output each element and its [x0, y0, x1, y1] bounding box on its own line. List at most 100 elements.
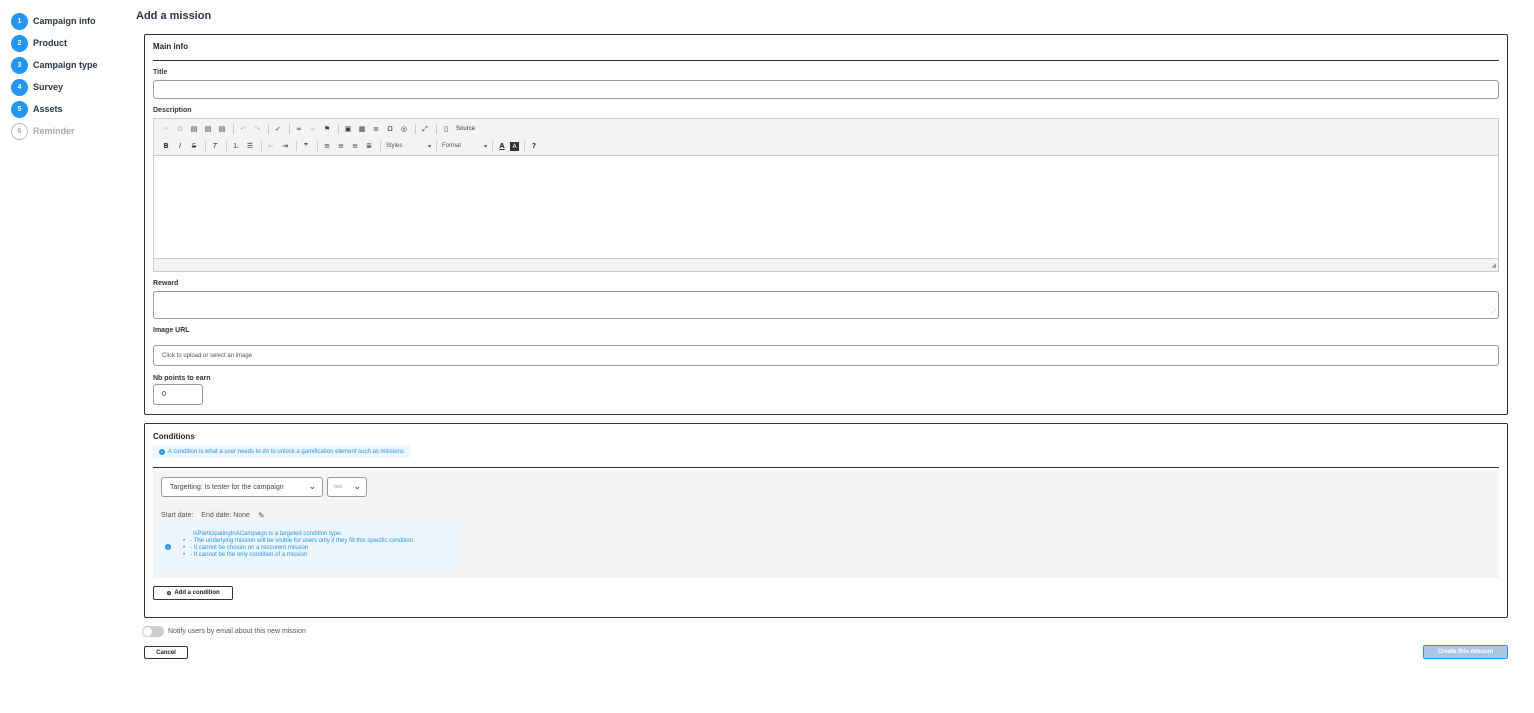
step-survey[interactable]: 4 Survey — [11, 76, 121, 98]
create-mission-button[interactable]: Create this mission — [1423, 645, 1508, 659]
indent-icon[interactable]: ⇥ — [279, 140, 291, 152]
styles-dropdown[interactable]: Styles ▾ — [386, 143, 431, 150]
unlink-icon[interactable]: ∞ — [307, 123, 319, 135]
remove-format-icon[interactable]: T — [209, 140, 221, 152]
step-number: 6 — [11, 122, 28, 140]
spellcheck-icon[interactable]: ✓ — [272, 123, 284, 135]
redo-icon[interactable]: ↷ — [251, 123, 263, 135]
horizontal-line-icon[interactable]: ≡ — [370, 123, 382, 135]
separator — [261, 141, 262, 151]
toolbar-row-1: ✂ ⧉ ▤ ▤ ▤ ↶ ↷ ✓ ∞ ∞ ⚑ ▣ ▦ ≡ Ω ◎ ⤢ ▯ Sour… — [160, 122, 475, 136]
reward-textarea[interactable]: ⟋ — [153, 291, 1499, 319]
title-label: Title — [153, 69, 168, 76]
targeting-select-value: Targetting: Is tester for the campaign — [170, 483, 284, 491]
undo-icon[interactable]: ↶ — [237, 123, 249, 135]
separator — [317, 141, 318, 151]
separator — [268, 124, 269, 134]
blockquote-icon[interactable]: ❞ — [300, 140, 312, 152]
image-url-label: Image URL — [153, 327, 190, 334]
cut-icon[interactable]: ✂ — [160, 123, 172, 135]
paste-word-icon[interactable]: ▤ — [216, 123, 228, 135]
strike-icon[interactable]: S — [188, 140, 200, 152]
step-number: 2 — [11, 34, 28, 52]
campaign-select-value: test — [334, 484, 343, 490]
separator — [524, 141, 525, 151]
description-label: Description — [153, 107, 192, 114]
pencil-icon[interactable]: ✎ — [258, 511, 265, 520]
toolbar-row-2: B I S T ⒈ ☰ ⇤ ⇥ ❞ ≡ ≡ ≡ ≣ Styles ▾ Forma… — [160, 139, 542, 153]
image-icon[interactable]: ▣ — [342, 123, 354, 135]
format-dropdown[interactable]: Format ▾ — [442, 143, 487, 150]
step-campaign-info[interactable]: 1 Campaign info — [11, 10, 121, 32]
outdent-icon[interactable]: ⇤ — [265, 140, 277, 152]
paste-icon[interactable]: ▤ — [188, 123, 200, 135]
image-url-input[interactable]: Click to upload or select an image — [153, 345, 1499, 366]
image-url-placeholder: Click to upload or select an image — [162, 353, 253, 359]
italic-icon[interactable]: I — [174, 140, 186, 152]
table-icon[interactable]: ▦ — [356, 123, 368, 135]
chevron-down-icon: ⌄ — [308, 481, 316, 491]
add-condition-button[interactable]: ⊕ Add a condition — [153, 586, 233, 600]
conditions-info-text: A condition is what a user needs to do t… — [168, 448, 404, 455]
separator — [296, 141, 297, 151]
targeting-select[interactable]: Targetting: Is tester for the campaign ⌄ — [161, 477, 323, 497]
step-campaign-type[interactable]: 3 Campaign type — [11, 54, 121, 76]
step-label: Product — [33, 38, 68, 48]
conditions-header: Conditions — [153, 432, 195, 441]
conditions-panel: Conditions i A condition is what a user … — [144, 423, 1508, 618]
step-label: Campaign type — [33, 60, 98, 70]
anchor-flag-icon[interactable]: ⚑ — [321, 123, 333, 135]
paste-text-icon[interactable]: ▤ — [202, 123, 214, 135]
text-color-icon[interactable]: A — [496, 140, 508, 152]
notify-toggle[interactable] — [142, 626, 164, 637]
bold-icon[interactable]: B — [160, 140, 172, 152]
align-justify-icon[interactable]: ≣ — [363, 140, 375, 152]
align-right-icon[interactable]: ≡ — [349, 140, 361, 152]
maximize-icon[interactable]: ⤢ — [419, 123, 431, 135]
format-label: Format — [442, 142, 462, 149]
resize-grip-icon[interactable]: ◢ — [1491, 262, 1496, 269]
points-input[interactable]: 0 — [153, 384, 203, 405]
source-icon[interactable]: ▯ — [440, 123, 452, 135]
chevron-down-icon: ⌄ — [353, 481, 361, 491]
separator — [205, 141, 206, 151]
start-date: Start date: — [161, 512, 194, 519]
bg-color-icon[interactable]: A — [510, 141, 519, 151]
copy-icon[interactable]: ⧉ — [174, 123, 186, 135]
campaign-select[interactable]: test ⌄ — [327, 477, 367, 497]
title-input[interactable] — [153, 80, 1499, 99]
link-icon[interactable]: ∞ — [293, 123, 305, 135]
condition-type-info: i IsParticipatingInACampaign is a target… — [157, 526, 459, 571]
step-label: Assets — [33, 104, 63, 114]
separator — [492, 141, 493, 151]
align-center-icon[interactable]: ≡ — [335, 140, 347, 152]
notify-label: Notify users by email about this new mis… — [168, 628, 306, 635]
condition-info-title: IsParticipatingInACampaign is a targeted… — [193, 531, 343, 537]
separator — [380, 141, 381, 151]
list-item: • - It cannot be chosen on a reccurent m… — [183, 545, 309, 551]
iframe-icon[interactable]: ◎ — [398, 123, 410, 135]
page-title: Add a mission — [136, 10, 212, 22]
resize-grip-icon[interactable]: ⟋ — [1491, 309, 1496, 317]
reward-label: Reward — [153, 280, 179, 287]
step-reminder[interactable]: 6 Reminder — [11, 120, 121, 142]
source-button[interactable]: Source — [456, 126, 475, 132]
styles-label: Styles — [386, 142, 403, 149]
step-assets[interactable]: 5 Assets — [11, 98, 121, 120]
step-product[interactable]: 2 Product — [11, 32, 121, 54]
condition-row: Targetting: Is tester for the campaign ⌄… — [153, 471, 1499, 578]
numbered-list-icon[interactable]: ⒈ — [230, 140, 242, 152]
help-icon[interactable]: ? — [528, 140, 540, 152]
special-char-icon[interactable]: Ω — [384, 123, 396, 135]
editor-toolbar: ✂ ⧉ ▤ ▤ ▤ ↶ ↷ ✓ ∞ ∞ ⚑ ▣ ▦ ≡ Ω ◎ ⤢ ▯ Sour… — [154, 119, 1498, 156]
step-label: Reminder — [33, 126, 75, 136]
chevron-down-icon: ▾ — [427, 143, 431, 150]
cancel-button[interactable]: Cancel — [144, 646, 188, 659]
points-label: Nb points to earn — [153, 375, 211, 382]
end-date: End date: None — [201, 512, 250, 519]
editor-content[interactable] — [154, 156, 1498, 258]
separator — [415, 124, 416, 134]
bulleted-list-icon[interactable]: ☰ — [244, 140, 256, 152]
align-left-icon[interactable]: ≡ — [321, 140, 333, 152]
list-item: • - The underlying mission will be visib… — [183, 538, 414, 544]
